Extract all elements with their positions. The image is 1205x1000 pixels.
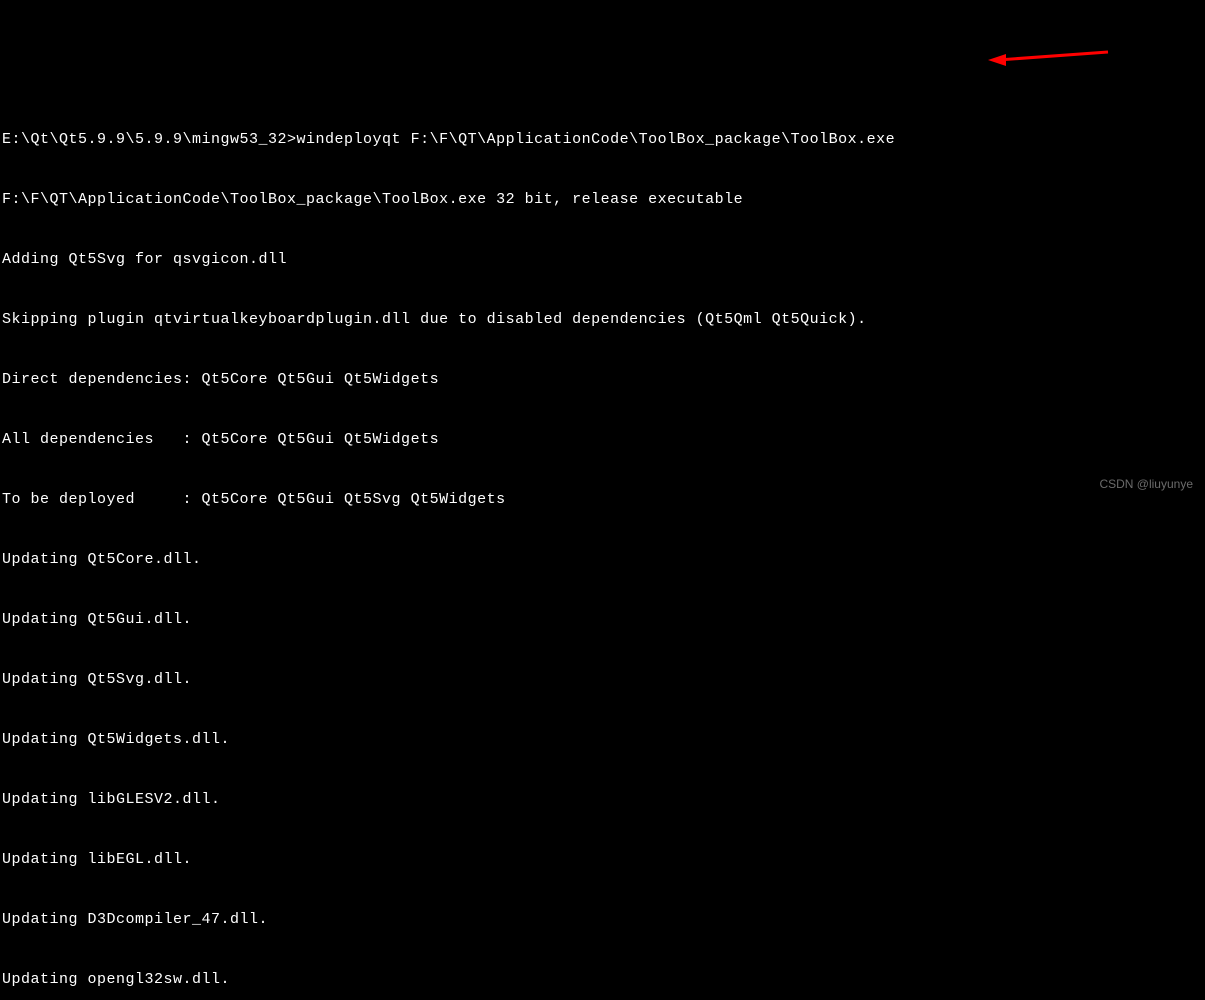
output-line: Updating Qt5Gui.dll. (2, 610, 1203, 630)
output-line: Updating Qt5Core.dll. (2, 550, 1203, 570)
terminal-output[interactable]: E:\Qt\Qt5.9.9\5.9.9\mingw53_32>windeploy… (0, 80, 1205, 1000)
output-line: Skipping plugin qtvirtualkeyboardplugin.… (2, 310, 1203, 330)
output-line: Adding Qt5Svg for qsvgicon.dll (2, 250, 1203, 270)
output-line: To be deployed : Qt5Core Qt5Gui Qt5Svg Q… (2, 490, 1203, 510)
output-line: Updating Qt5Svg.dll. (2, 670, 1203, 690)
output-line: Updating D3Dcompiler_47.dll. (2, 910, 1203, 930)
command-line: E:\Qt\Qt5.9.9\5.9.9\mingw53_32>windeploy… (2, 130, 1203, 150)
prompt: E:\Qt\Qt5.9.9\5.9.9\mingw53_32> (2, 131, 297, 148)
output-line: Updating libGLESV2.dll. (2, 790, 1203, 810)
annotation-arrow (960, 30, 1118, 77)
output-line: All dependencies : Qt5Core Qt5Gui Qt5Wid… (2, 430, 1203, 450)
output-line: Updating libEGL.dll. (2, 850, 1203, 870)
output-line: Updating opengl32sw.dll. (2, 970, 1203, 990)
output-line: Direct dependencies: Qt5Core Qt5Gui Qt5W… (2, 370, 1203, 390)
watermark-text: CSDN @liuyunye (1099, 474, 1193, 494)
command-text: windeployqt F:\F\QT\ApplicationCode\Tool… (297, 131, 896, 148)
arrow-icon (978, 50, 1118, 70)
output-line: F:\F\QT\ApplicationCode\ToolBox_package\… (2, 190, 1203, 210)
output-line: Updating Qt5Widgets.dll. (2, 730, 1203, 750)
